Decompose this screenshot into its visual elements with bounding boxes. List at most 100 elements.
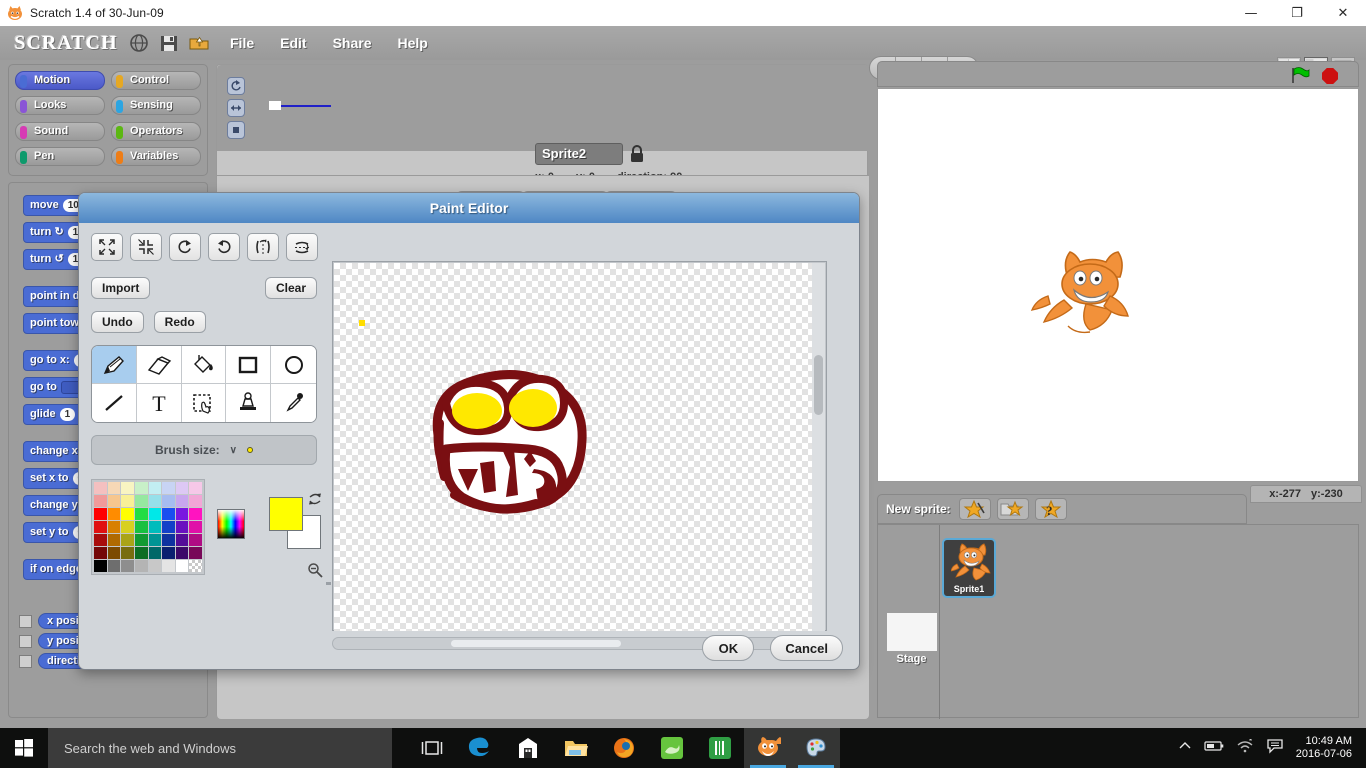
color-swatch[interactable] (107, 547, 121, 559)
color-swatch[interactable] (134, 547, 148, 559)
stage-thumbnail[interactable] (887, 613, 937, 651)
color-swatch[interactable] (107, 560, 121, 572)
action-center-icon[interactable] (1266, 738, 1284, 759)
stop-sign-icon[interactable] (1322, 68, 1338, 84)
list-item[interactable]: Sprite1 (942, 538, 996, 598)
globe-share-icon[interactable] (128, 32, 150, 54)
block-input[interactable]: 1 (59, 408, 76, 421)
color-swatch[interactable] (94, 482, 107, 494)
category-control[interactable]: Control (111, 71, 201, 90)
color-swatch[interactable] (162, 482, 175, 494)
surprise-sprite-icon[interactable]: ? (1034, 498, 1067, 520)
color-swatch[interactable] (94, 547, 107, 559)
color-swatch[interactable] (121, 482, 134, 494)
select-tool[interactable] (181, 384, 227, 422)
battery-icon[interactable] (1204, 739, 1224, 757)
flip-horizontal-icon[interactable] (247, 233, 279, 261)
import-button[interactable]: Import (91, 277, 151, 299)
minimize-button[interactable]: — (1228, 0, 1274, 26)
color-swatch[interactable] (189, 495, 202, 507)
color-picker-gradient[interactable] (217, 509, 245, 539)
color-swatch[interactable] (134, 495, 148, 507)
category-sensing[interactable]: Sensing (111, 96, 201, 116)
scrollbar-thumb[interactable] (451, 640, 621, 647)
color-swatch[interactable] (189, 482, 202, 494)
color-swatch[interactable] (162, 495, 175, 507)
menu-edit[interactable]: Edit (278, 34, 308, 52)
chevron-down-icon[interactable]: ∨ (230, 445, 237, 456)
color-swatch[interactable] (148, 482, 162, 494)
shrink-icon[interactable] (130, 233, 162, 261)
color-swatch[interactable] (175, 482, 189, 494)
color-swatch[interactable] (175, 495, 189, 507)
watcher-checkbox[interactable] (19, 654, 32, 668)
color-swatch[interactable] (107, 482, 121, 494)
menu-help[interactable]: Help (396, 34, 430, 52)
canvas-vertical-scrollbar[interactable] (812, 263, 825, 631)
swap-colors-icon[interactable] (307, 491, 323, 507)
redo-button[interactable]: Redo (153, 311, 206, 333)
search-input[interactable]: Search the web and Windows (48, 728, 392, 768)
text-tool[interactable]: T (136, 384, 182, 422)
color-swatch[interactable] (134, 508, 148, 520)
paint-canvas[interactable] (334, 263, 812, 631)
restore-button[interactable]: ❐ (1274, 0, 1320, 26)
file-explorer-icon[interactable] (552, 728, 600, 768)
no-rotation-icon[interactable] (227, 121, 245, 139)
menu-share[interactable]: Share (331, 34, 374, 52)
category-sound[interactable]: Sound (15, 121, 105, 141)
ellipse-tool[interactable] (271, 346, 316, 384)
stage-selector-column[interactable]: Stage (883, 525, 940, 719)
color-swatch[interactable] (175, 521, 189, 533)
color-swatch[interactable] (134, 521, 148, 533)
paint-icon[interactable] (792, 728, 840, 768)
scrollbar-thumb[interactable] (814, 355, 823, 415)
color-swatch[interactable] (189, 521, 202, 533)
color-swatch[interactable] (121, 547, 134, 559)
grow-icon[interactable] (91, 233, 123, 261)
zoom-level-1[interactable] (326, 582, 331, 585)
show-hidden-icons-icon[interactable] (1178, 739, 1192, 757)
color-swatch[interactable] (121, 521, 134, 533)
color-swatch[interactable] (162, 534, 175, 546)
color-swatch[interactable] (94, 508, 107, 520)
flip-vertical-icon[interactable] (286, 233, 318, 261)
color-swatch[interactable] (162, 508, 175, 520)
rotate-ccw-icon[interactable] (208, 233, 240, 261)
save-icon[interactable] (158, 32, 180, 54)
zoom-out-icon[interactable] (307, 562, 323, 583)
stage-display[interactable] (877, 88, 1359, 482)
color-swatch[interactable] (148, 495, 162, 507)
undo-button[interactable]: Undo (91, 311, 144, 333)
microsoft-store-icon[interactable] (504, 728, 552, 768)
color-swatch[interactable] (94, 521, 107, 533)
rotate-cw-icon[interactable] (169, 233, 201, 261)
color-swatch[interactable] (175, 560, 189, 572)
taskbar-clock[interactable]: 10:49 AM 2016-07-06 (1296, 735, 1360, 761)
brush-size-row[interactable]: Brush size: ∨ (91, 435, 317, 465)
paint-new-sprite-icon[interactable] (958, 498, 991, 520)
watcher-checkbox[interactable] (19, 634, 32, 648)
color-swatch[interactable] (121, 495, 134, 507)
rotate-freely-icon[interactable] (227, 77, 245, 95)
color-swatch[interactable] (107, 495, 121, 507)
cancel-button[interactable]: Cancel (770, 635, 843, 661)
color-swatch[interactable] (148, 560, 162, 572)
category-motion[interactable]: Motion (15, 71, 105, 90)
color-swatch[interactable] (94, 560, 107, 572)
task-view-icon[interactable] (408, 728, 456, 768)
color-swatch[interactable] (148, 508, 162, 520)
windows-start-icon[interactable] (0, 728, 48, 768)
app-docs-icon[interactable] (696, 728, 744, 768)
category-operators[interactable]: Operators (111, 121, 201, 141)
color-swatch[interactable] (107, 508, 121, 520)
color-swatch[interactable] (107, 521, 121, 533)
color-swatch[interactable] (175, 547, 189, 559)
color-swatch[interactable] (134, 560, 148, 572)
fill-bucket-tool[interactable] (181, 346, 227, 384)
sprite-name-field[interactable]: Sprite2 (535, 143, 623, 165)
color-swatch[interactable] (107, 534, 121, 546)
close-button[interactable]: ✕ (1320, 0, 1366, 26)
color-swatch[interactable] (162, 547, 175, 559)
edge-browser-icon[interactable] (456, 728, 504, 768)
